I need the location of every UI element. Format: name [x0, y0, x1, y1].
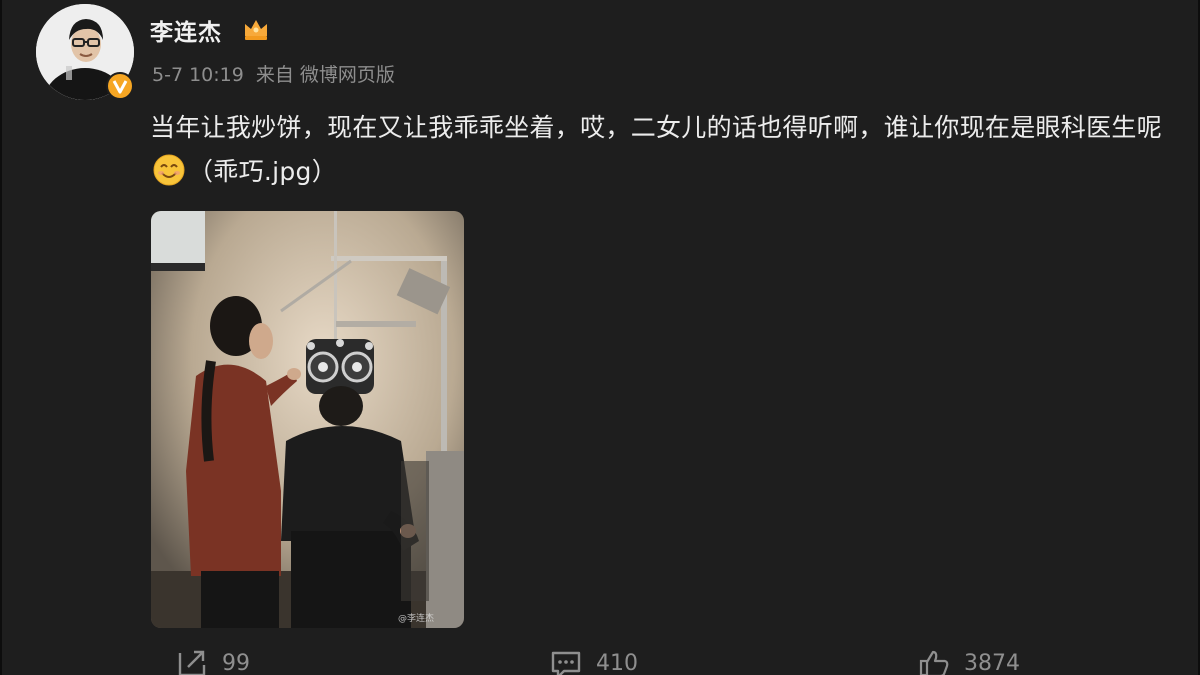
photo-watermark: @李连杰 [397, 614, 434, 624]
repost-button[interactable]: 99 [176, 648, 250, 675]
comment-icon [551, 651, 581, 675]
like-count: 3874 [964, 650, 1020, 675]
source-prefix: 来自 [255, 64, 294, 86]
post-time[interactable]: 5-7 10:19 [152, 64, 244, 86]
smile-emoji-icon [153, 154, 185, 186]
comment-button[interactable]: 410 [550, 648, 638, 675]
repost-icon [178, 650, 206, 675]
photo-eye-exam [151, 211, 464, 628]
repost-count: 99 [222, 650, 250, 675]
comment-count: 410 [596, 650, 638, 675]
post-text: 当年让我炒饼，现在又让我乖乖坐着，哎，二女儿的话也得听啊，谁让你现在是眼科医生呢… [150, 106, 1165, 194]
weibo-post: 李连杰 5-7 10:19 来自 微博网页版 当年让我炒饼，现在又让我乖乖坐着，哎… [0, 0, 1200, 675]
post-source[interactable]: 微博网页版 [300, 64, 395, 86]
like-button[interactable]: 3874 [918, 648, 1020, 675]
post-text-tail: （乖巧.jpg） [188, 157, 338, 186]
thumbs-up-icon [919, 650, 949, 675]
post-photo[interactable]: @李连杰 [151, 211, 464, 628]
crown-icon[interactable] [242, 15, 270, 43]
left-edge [0, 0, 2, 675]
post-meta: 5-7 10:19 来自 微博网页版 [152, 60, 401, 87]
username[interactable]: 李连杰 [150, 13, 222, 47]
post-text-main: 当年让我炒饼，现在又让我乖乖坐着，哎，二女儿的话也得听啊，谁让你现在是眼科医生呢 [150, 113, 1163, 142]
verified-badge-icon [106, 72, 134, 100]
